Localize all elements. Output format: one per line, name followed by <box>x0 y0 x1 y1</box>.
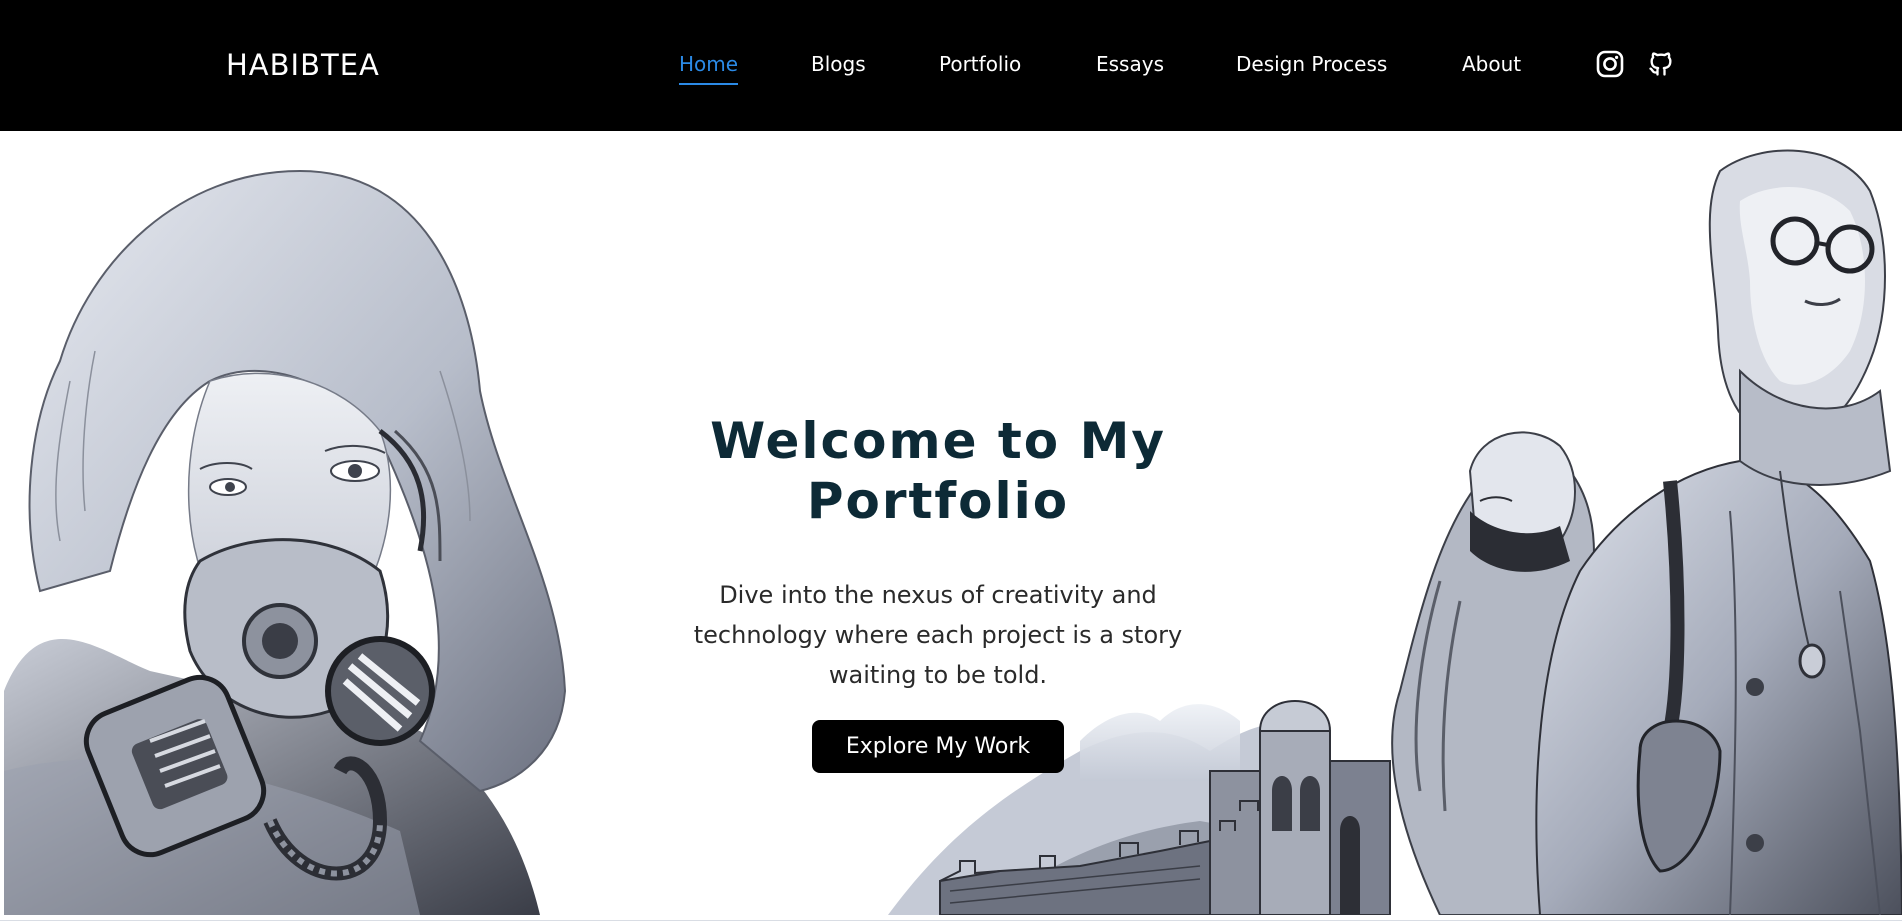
hero-content: Welcome to My Portfolio Dive into the ne… <box>640 411 1236 695</box>
hero-subtitle: Dive into the nexus of creativity and te… <box>693 581 1183 689</box>
top-navbar: HABIBTEA Home Blogs Portfolio Essays Des… <box>0 0 1902 131</box>
hero-title-line-2: Portfolio <box>806 472 1070 530</box>
nav-about[interactable]: About <box>1462 52 1521 76</box>
nav-portfolio[interactable]: Portfolio <box>939 52 1021 76</box>
hero-section: Welcome to My Portfolio Dive into the ne… <box>0 131 1902 915</box>
nav-design-process[interactable]: Design Process <box>1236 52 1387 76</box>
nav-essays[interactable]: Essays <box>1096 52 1164 76</box>
instagram-icon[interactable] <box>1595 49 1625 79</box>
explore-my-work-button[interactable]: Explore My Work <box>812 720 1064 773</box>
gas-mask-drawing <box>4 169 567 915</box>
nav-home[interactable]: Home <box>679 52 739 85</box>
page-bottom-divider <box>0 920 1902 924</box>
nav-blogs[interactable]: Blogs <box>811 52 866 76</box>
github-icon[interactable] <box>1646 49 1676 79</box>
hero-title-line-1: Welcome to My <box>710 412 1166 470</box>
hero-title: Welcome to My Portfolio <box>640 411 1236 531</box>
